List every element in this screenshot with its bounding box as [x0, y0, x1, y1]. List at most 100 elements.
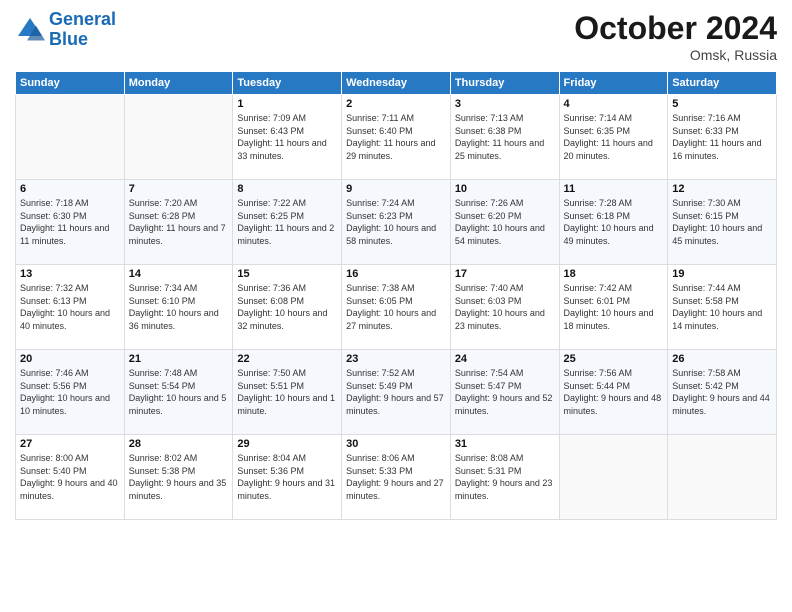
- day-number: 29: [237, 438, 337, 450]
- day-info: Sunrise: 7:44 AMSunset: 5:58 PMDaylight:…: [672, 282, 772, 332]
- day-info: Sunrise: 7:56 AMSunset: 5:44 PMDaylight:…: [564, 367, 664, 417]
- calendar-cell: 29 Sunrise: 8:04 AMSunset: 5:36 PMDayligh…: [233, 435, 342, 520]
- day-info: Sunrise: 7:09 AMSunset: 6:43 PMDaylight:…: [237, 112, 337, 162]
- day-info: Sunrise: 8:00 AMSunset: 5:40 PMDaylight:…: [20, 452, 120, 502]
- calendar-cell: 4 Sunrise: 7:14 AMSunset: 6:35 PMDaylight…: [559, 95, 668, 180]
- day-info: Sunrise: 7:36 AMSunset: 6:08 PMDaylight:…: [237, 282, 337, 332]
- calendar-cell: 24Sunrise: 7:54 AMSunset: 5:47 PMDayligh…: [450, 350, 559, 435]
- calendar-cell: 30 Sunrise: 8:06 AMSunset: 5:33 PMDayligh…: [342, 435, 451, 520]
- day-number: 31: [455, 438, 555, 450]
- calendar-cell: [668, 435, 777, 520]
- day-info: Sunrise: 7:52 AMSunset: 5:49 PMDaylight:…: [346, 367, 446, 417]
- day-info: Sunrise: 7:14 AMSunset: 6:35 PMDaylight:…: [564, 112, 664, 162]
- calendar-cell: 2 Sunrise: 7:11 AMSunset: 6:40 PMDaylight…: [342, 95, 451, 180]
- calendar-cell: 14Sunrise: 7:34 AMSunset: 6:10 PMDayligh…: [124, 265, 233, 350]
- day-info: Sunrise: 7:24 AMSunset: 6:23 PMDaylight:…: [346, 197, 446, 247]
- title-block: October 2024 Omsk, Russia: [574, 10, 777, 63]
- calendar-cell: 25 Sunrise: 7:56 AMSunset: 5:44 PMDayligh…: [559, 350, 668, 435]
- calendar-cell: 3 Sunrise: 7:13 AMSunset: 6:38 PMDaylight…: [450, 95, 559, 180]
- calendar-header-saturday: Saturday: [668, 72, 777, 95]
- day-number: 18: [564, 268, 664, 280]
- logo-text: General Blue: [49, 10, 116, 50]
- day-number: 11: [564, 183, 664, 195]
- month-title: October 2024: [574, 10, 777, 47]
- day-info: Sunrise: 7:26 AMSunset: 6:20 PMDaylight:…: [455, 197, 555, 247]
- calendar-cell: 16 Sunrise: 7:38 AMSunset: 6:05 PMDayligh…: [342, 265, 451, 350]
- calendar-cell: 6 Sunrise: 7:18 AMSunset: 6:30 PMDaylight…: [16, 180, 125, 265]
- calendar-cell: 12 Sunrise: 7:30 AMSunset: 6:15 PMDayligh…: [668, 180, 777, 265]
- day-info: Sunrise: 7:50 AMSunset: 5:51 PMDaylight:…: [237, 367, 337, 417]
- day-number: 26: [672, 353, 772, 365]
- calendar-header-tuesday: Tuesday: [233, 72, 342, 95]
- calendar-week-row: 6 Sunrise: 7:18 AMSunset: 6:30 PMDaylight…: [16, 180, 777, 265]
- day-info: Sunrise: 7:54 AMSunset: 5:47 PMDaylight:…: [455, 367, 555, 417]
- calendar-cell: 20Sunrise: 7:46 AMSunset: 5:56 PMDayligh…: [16, 350, 125, 435]
- day-number: 19: [672, 268, 772, 280]
- day-info: Sunrise: 7:40 AMSunset: 6:03 PMDaylight:…: [455, 282, 555, 332]
- calendar-cell: 27Sunrise: 8:00 AMSunset: 5:40 PMDayligh…: [16, 435, 125, 520]
- day-info: Sunrise: 8:02 AMSunset: 5:38 PMDaylight:…: [129, 452, 229, 502]
- day-info: Sunrise: 7:22 AMSunset: 6:25 PMDaylight:…: [237, 197, 337, 247]
- calendar-cell: 22 Sunrise: 7:50 AMSunset: 5:51 PMDayligh…: [233, 350, 342, 435]
- calendar-cell: [559, 435, 668, 520]
- day-info: Sunrise: 7:18 AMSunset: 6:30 PMDaylight:…: [20, 197, 120, 247]
- day-number: 16: [346, 268, 446, 280]
- calendar-cell: [124, 95, 233, 180]
- day-number: 25: [564, 353, 664, 365]
- day-info: Sunrise: 7:13 AMSunset: 6:38 PMDaylight:…: [455, 112, 555, 162]
- day-number: 23: [346, 353, 446, 365]
- calendar-header-friday: Friday: [559, 72, 668, 95]
- day-number: 4: [564, 98, 664, 110]
- day-number: 14: [129, 268, 229, 280]
- day-info: Sunrise: 8:06 AMSunset: 5:33 PMDaylight:…: [346, 452, 446, 502]
- day-number: 6: [20, 183, 120, 195]
- day-number: 3: [455, 98, 555, 110]
- logo-line2: Blue: [49, 29, 88, 49]
- calendar-header-thursday: Thursday: [450, 72, 559, 95]
- day-info: Sunrise: 7:46 AMSunset: 5:56 PMDaylight:…: [20, 367, 120, 417]
- logo-line1: General: [49, 9, 116, 29]
- calendar-header-wednesday: Wednesday: [342, 72, 451, 95]
- day-number: 8: [237, 183, 337, 195]
- day-number: 2: [346, 98, 446, 110]
- day-info: Sunrise: 7:42 AMSunset: 6:01 PMDaylight:…: [564, 282, 664, 332]
- day-info: Sunrise: 7:28 AMSunset: 6:18 PMDaylight:…: [564, 197, 664, 247]
- day-info: Sunrise: 7:20 AMSunset: 6:28 PMDaylight:…: [129, 197, 229, 247]
- calendar-cell: 13Sunrise: 7:32 AMSunset: 6:13 PMDayligh…: [16, 265, 125, 350]
- day-number: 30: [346, 438, 446, 450]
- calendar-cell: 11 Sunrise: 7:28 AMSunset: 6:18 PMDayligh…: [559, 180, 668, 265]
- calendar-cell: 7Sunrise: 7:20 AMSunset: 6:28 PMDaylight…: [124, 180, 233, 265]
- day-info: Sunrise: 7:32 AMSunset: 6:13 PMDaylight:…: [20, 282, 120, 332]
- calendar-cell: 17 Sunrise: 7:40 AMSunset: 6:03 PMDayligh…: [450, 265, 559, 350]
- calendar-cell: 19 Sunrise: 7:44 AMSunset: 5:58 PMDayligh…: [668, 265, 777, 350]
- header: General Blue October 2024 Omsk, Russia: [15, 10, 777, 63]
- day-number: 5: [672, 98, 772, 110]
- day-number: 15: [237, 268, 337, 280]
- day-number: 1: [237, 98, 337, 110]
- day-info: Sunrise: 7:58 AMSunset: 5:42 PMDaylight:…: [672, 367, 772, 417]
- calendar-cell: 28Sunrise: 8:02 AMSunset: 5:38 PMDayligh…: [124, 435, 233, 520]
- calendar-cell: 26 Sunrise: 7:58 AMSunset: 5:42 PMDayligh…: [668, 350, 777, 435]
- page: General Blue October 2024 Omsk, Russia S…: [0, 0, 792, 612]
- calendar-header-sunday: Sunday: [16, 72, 125, 95]
- calendar-cell: 1 Sunrise: 7:09 AMSunset: 6:43 PMDaylight…: [233, 95, 342, 180]
- day-number: 17: [455, 268, 555, 280]
- day-info: Sunrise: 7:48 AMSunset: 5:54 PMDaylight:…: [129, 367, 229, 417]
- day-number: 9: [346, 183, 446, 195]
- calendar-cell: 9 Sunrise: 7:24 AMSunset: 6:23 PMDaylight…: [342, 180, 451, 265]
- calendar-cell: 5Sunrise: 7:16 AMSunset: 6:33 PMDaylight…: [668, 95, 777, 180]
- calendar-table: SundayMondayTuesdayWednesdayThursdayFrid…: [15, 71, 777, 520]
- calendar-week-row: 27Sunrise: 8:00 AMSunset: 5:40 PMDayligh…: [16, 435, 777, 520]
- day-info: Sunrise: 7:38 AMSunset: 6:05 PMDaylight:…: [346, 282, 446, 332]
- calendar-cell: 15 Sunrise: 7:36 AMSunset: 6:08 PMDayligh…: [233, 265, 342, 350]
- day-info: Sunrise: 7:11 AMSunset: 6:40 PMDaylight:…: [346, 112, 446, 162]
- calendar-header-row: SundayMondayTuesdayWednesdayThursdayFrid…: [16, 72, 777, 95]
- day-number: 22: [237, 353, 337, 365]
- day-number: 10: [455, 183, 555, 195]
- location-subtitle: Omsk, Russia: [574, 47, 777, 63]
- day-info: Sunrise: 7:30 AMSunset: 6:15 PMDaylight:…: [672, 197, 772, 247]
- day-number: 12: [672, 183, 772, 195]
- calendar-week-row: 13Sunrise: 7:32 AMSunset: 6:13 PMDayligh…: [16, 265, 777, 350]
- day-info: Sunrise: 8:04 AMSunset: 5:36 PMDaylight:…: [237, 452, 337, 502]
- logo: General Blue: [15, 10, 116, 50]
